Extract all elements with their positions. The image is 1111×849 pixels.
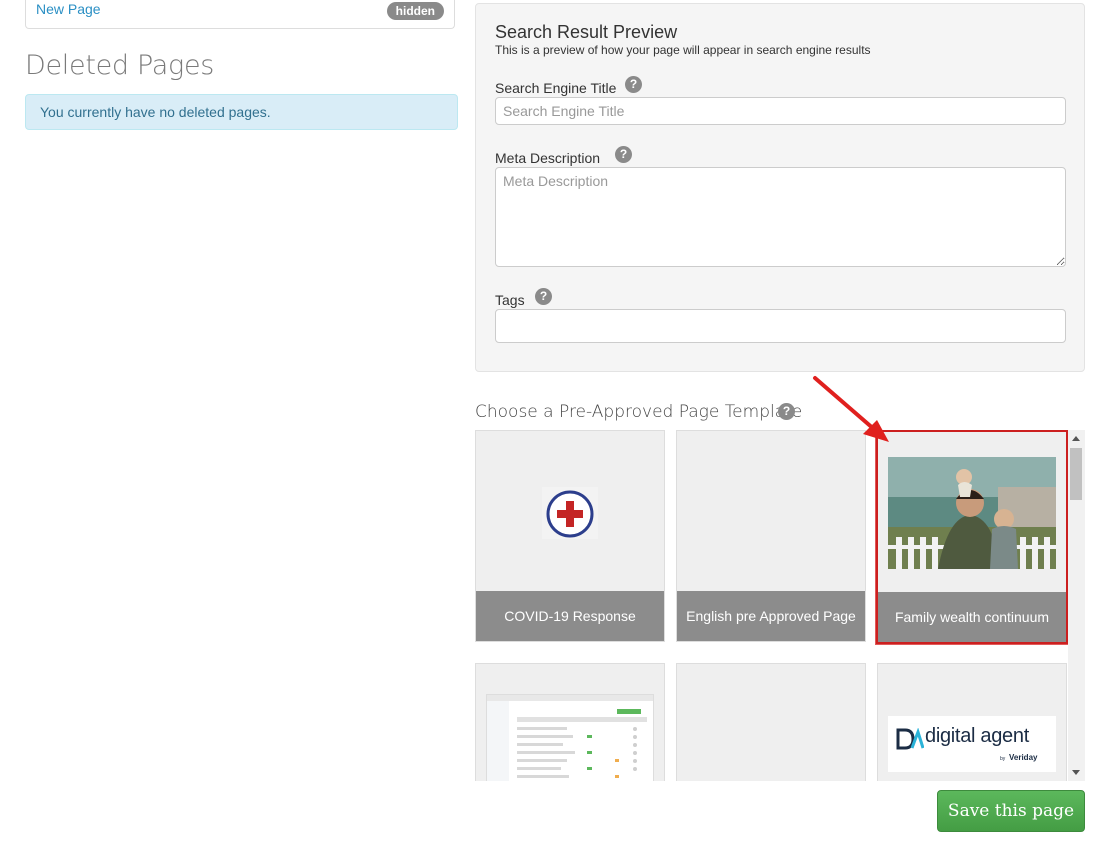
hidden-badge: hidden bbox=[386, 2, 444, 20]
meta-description-label: Meta Description bbox=[495, 150, 601, 166]
template-grid-scrollbar[interactable] bbox=[1068, 430, 1085, 781]
digital-agent-logo-by: by bbox=[1000, 756, 1006, 762]
tags-input[interactable] bbox=[495, 309, 1066, 343]
template-caption: COVID-19 Response bbox=[476, 591, 664, 641]
scroll-down-icon[interactable] bbox=[1072, 770, 1080, 775]
search-engine-title-label: Search Engine Title bbox=[495, 80, 617, 96]
digital-agent-logo-brand: Veriday bbox=[1009, 753, 1038, 762]
template-grid: COVID-19 Response English pre Approved P… bbox=[475, 430, 1085, 781]
template-chooser-heading: Choose a Pre-Approved Page Template bbox=[475, 402, 803, 422]
tags-label: Tags bbox=[495, 292, 525, 308]
page-list-item: New Page hidden bbox=[25, 0, 455, 29]
digital-agent-logo: digital agent by Veriday bbox=[888, 716, 1056, 772]
search-result-preview-panel: Search Result Preview This is a preview … bbox=[475, 3, 1085, 372]
save-page-button[interactable]: Save this page bbox=[937, 790, 1085, 832]
meta-description-textarea[interactable] bbox=[495, 167, 1066, 267]
deleted-pages-heading: Deleted Pages bbox=[25, 50, 215, 81]
template-tile-spreadsheet[interactable] bbox=[475, 663, 665, 781]
family-photo bbox=[888, 457, 1056, 569]
template-caption: Family wealth continuum bbox=[878, 592, 1066, 642]
template-tile-english[interactable]: English pre Approved Page bbox=[676, 430, 866, 642]
new-page-link[interactable]: New Page bbox=[36, 1, 101, 17]
template-caption: English pre Approved Page bbox=[677, 591, 865, 641]
meta-description-help-icon[interactable]: ? bbox=[615, 146, 632, 163]
template-chooser-help-icon[interactable]: ? bbox=[778, 403, 795, 420]
template-tile-blank[interactable] bbox=[676, 663, 866, 781]
annotation-arrow-icon bbox=[813, 376, 889, 442]
scroll-up-icon[interactable] bbox=[1072, 436, 1080, 441]
digital-agent-logo-text: digital agent bbox=[925, 725, 1029, 747]
search-engine-title-input[interactable] bbox=[495, 97, 1066, 125]
search-engine-title-help-icon[interactable]: ? bbox=[625, 76, 642, 93]
search-result-preview-title: Search Result Preview bbox=[495, 22, 678, 42]
medical-cross-icon bbox=[542, 487, 598, 539]
no-deleted-pages-alert: You currently have no deleted pages. bbox=[25, 94, 458, 130]
template-tile-covid[interactable]: COVID-19 Response bbox=[475, 430, 665, 642]
template-tile-family-wealth[interactable]: Family wealth continuum bbox=[876, 430, 1068, 644]
search-result-preview-subtitle: This is a preview of how your page will … bbox=[495, 43, 871, 57]
digital-agent-mark-icon bbox=[896, 728, 924, 750]
tags-help-icon[interactable]: ? bbox=[535, 288, 552, 305]
template-tile-digital-agent[interactable]: digital agent by Veriday bbox=[877, 663, 1067, 781]
spreadsheet-screenshot bbox=[486, 694, 654, 781]
scroll-thumb[interactable] bbox=[1070, 448, 1082, 500]
